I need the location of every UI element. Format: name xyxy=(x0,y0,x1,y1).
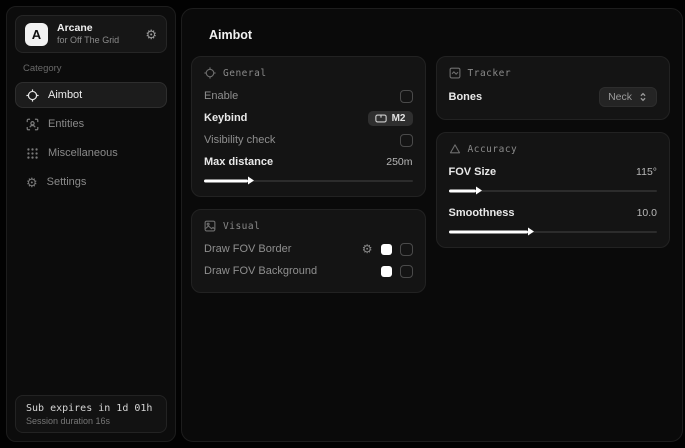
enable-label: Enable xyxy=(204,90,238,102)
app-name: Arcane xyxy=(57,22,136,35)
app-header: A Arcane for Off The Grid ⚙ xyxy=(15,15,167,53)
crosshair-icon xyxy=(26,89,39,102)
card-general: General Enable Keybind M2 V xyxy=(191,56,426,197)
gear-icon[interactable]: ⚙ xyxy=(145,28,157,41)
sidebar-item-label: Miscellaneous xyxy=(48,147,118,159)
card-title: General xyxy=(223,68,267,79)
visibility-check-row: Visibility check xyxy=(204,129,413,151)
slider-thumb[interactable] xyxy=(204,179,248,182)
bones-row: Bones Neck xyxy=(449,85,658,109)
triangle-icon xyxy=(449,143,461,155)
card-title: Visual xyxy=(223,221,260,232)
fov-border-color-swatch[interactable] xyxy=(381,244,392,255)
keybind-label: Keybind xyxy=(204,112,247,124)
card-title: Accuracy xyxy=(468,144,518,155)
app-subtitle: for Off The Grid xyxy=(57,35,136,46)
visibility-check-checkbox[interactable] xyxy=(400,134,413,147)
grid-icon xyxy=(26,147,39,160)
slider-thumb[interactable] xyxy=(449,189,476,192)
enable-row: Enable xyxy=(204,85,413,107)
page-title: Aimbot xyxy=(209,28,682,42)
card-accuracy: Accuracy FOV Size 115° Smoothness 10.0 xyxy=(436,132,671,248)
sidebar-item-entities[interactable]: Entities xyxy=(15,111,167,137)
slider-thumb[interactable] xyxy=(449,230,528,233)
subscription-status: Sub expires in 1d 01h Session duration 1… xyxy=(15,395,167,433)
crosshair-icon xyxy=(204,67,216,79)
mouse-icon xyxy=(375,114,387,123)
image-icon xyxy=(204,220,216,232)
keybind-row: Keybind M2 xyxy=(204,107,413,129)
sub-expires-text: Sub expires in 1d 01h xyxy=(26,403,156,414)
keybind-value: M2 xyxy=(392,113,406,124)
fov-border-checkbox[interactable] xyxy=(400,243,413,256)
fov-size-value: 115° xyxy=(636,166,657,178)
sidebar-item-aimbot[interactable]: Aimbot xyxy=(15,82,167,108)
smoothness-label: Smoothness xyxy=(449,207,515,219)
sidebar-item-settings[interactable]: ⚙ Settings xyxy=(15,169,167,195)
smoothness-slider[interactable] xyxy=(449,226,658,237)
fov-size-row: FOV Size 115° xyxy=(449,161,658,183)
fov-background-label: Draw FOV Background xyxy=(204,265,317,277)
max-distance-row: Max distance 250m xyxy=(204,151,413,173)
max-distance-value: 250m xyxy=(386,156,412,168)
entities-icon xyxy=(26,118,39,131)
card-title: Tracker xyxy=(468,68,512,79)
app-logo: A xyxy=(25,23,48,46)
fov-size-slider[interactable] xyxy=(449,185,658,196)
fov-background-color-swatch[interactable] xyxy=(381,266,392,277)
fov-size-label: FOV Size xyxy=(449,166,497,178)
max-distance-label: Max distance xyxy=(204,156,273,168)
keybind-button[interactable]: M2 xyxy=(368,111,413,126)
tracker-icon xyxy=(449,67,461,79)
visibility-check-label: Visibility check xyxy=(204,134,275,146)
bones-select[interactable]: Neck xyxy=(599,87,657,107)
enable-checkbox[interactable] xyxy=(400,90,413,103)
bones-label: Bones xyxy=(449,91,483,103)
sidebar: A Arcane for Off The Grid ⚙ Category Aim… xyxy=(6,6,176,442)
fov-background-checkbox[interactable] xyxy=(400,265,413,278)
unfold-icon xyxy=(638,92,648,102)
main-panel: Aimbot General Enable Keybind xyxy=(181,8,683,442)
fov-background-row: Draw FOV Background xyxy=(204,260,413,282)
gear-icon: ⚙ xyxy=(26,176,38,189)
smoothness-value: 10.0 xyxy=(637,207,657,219)
sidebar-item-miscellaneous[interactable]: Miscellaneous xyxy=(15,140,167,166)
max-distance-slider[interactable] xyxy=(204,175,413,186)
fov-border-row: Draw FOV Border ⚙ xyxy=(204,238,413,260)
category-label: Category xyxy=(23,63,175,74)
card-tracker: Tracker Bones Neck xyxy=(436,56,671,120)
sidebar-item-label: Settings xyxy=(47,176,87,188)
gear-icon[interactable]: ⚙ xyxy=(362,243,373,255)
session-duration-text: Session duration 16s xyxy=(26,416,156,426)
smoothness-row: Smoothness 10.0 xyxy=(449,202,658,224)
sidebar-nav: Aimbot Entities Miscellaneous ⚙ Settings xyxy=(7,82,175,195)
sidebar-item-label: Entities xyxy=(48,118,84,130)
fov-border-label: Draw FOV Border xyxy=(204,243,291,255)
sidebar-item-label: Aimbot xyxy=(48,89,82,101)
bones-value: Neck xyxy=(608,91,632,103)
card-visual: Visual Draw FOV Border ⚙ Draw FOV Backgr… xyxy=(191,209,426,293)
